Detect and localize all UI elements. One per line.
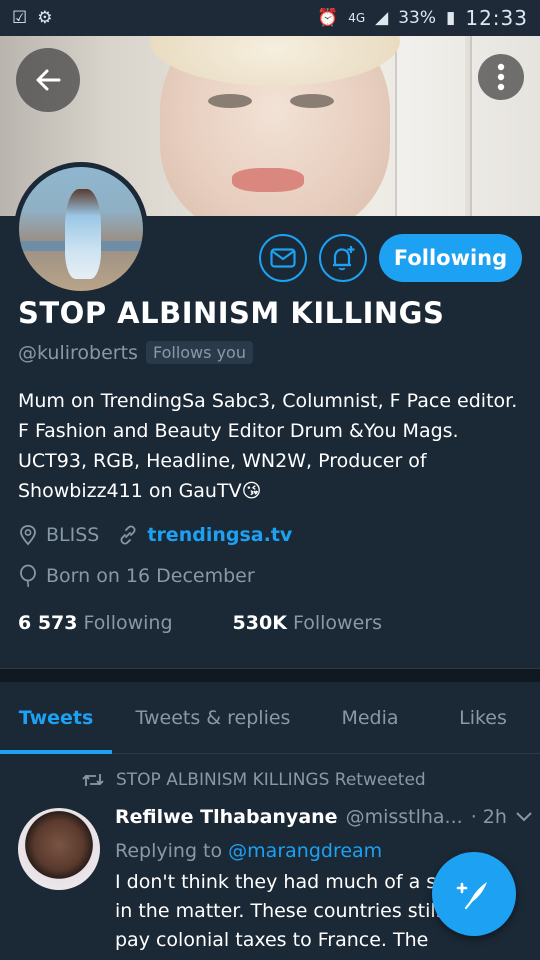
notifications-button[interactable] (319, 234, 367, 282)
follows-you-badge: Follows you (145, 341, 253, 364)
handle-row: @kuliroberts Follows you (18, 341, 253, 364)
chevron-down-icon[interactable] (515, 806, 533, 828)
tab-likes[interactable]: Likes (426, 682, 540, 753)
envelope-icon (270, 248, 296, 268)
status-bar: ☑ ⚙ ⏰ 4G ◢ 33% ▮ 12:33 (0, 0, 540, 36)
tab-media[interactable]: Media (314, 682, 426, 753)
following-label: Following (83, 612, 173, 634)
back-button[interactable] (16, 48, 80, 112)
profile-name: STOP ALBINISM KILLINGS (18, 296, 445, 330)
section-divider (0, 668, 540, 682)
balloon-icon (20, 564, 36, 588)
tweet-author-handle: @misstlha... (345, 806, 463, 828)
birthday-row: Born on 16 December (18, 564, 255, 588)
replying-prefix: Replying to (115, 840, 223, 862)
alarm-icon: ⏰ (317, 8, 339, 28)
followers-count-link[interactable]: 530K Followers (233, 612, 382, 634)
profile-bio: Mum on TrendingSa Sabc3, Columnist, F Pa… (18, 390, 518, 502)
profile-website-link[interactable]: trendingsa.tv (147, 524, 292, 546)
tweet-author-avatar[interactable] (18, 808, 100, 890)
banner-door-panel (395, 36, 465, 216)
more-options-button[interactable] (478, 54, 524, 100)
clock: 12:33 (465, 6, 528, 30)
following-count-link[interactable]: 6 573 Following (18, 612, 173, 634)
network-label: 4G (348, 11, 366, 25)
settings-notification-icon: ⚙ (37, 8, 53, 28)
compose-feather-icon (456, 882, 487, 910)
banner-lips (232, 168, 304, 192)
profile-location: BLISS (46, 524, 100, 546)
banner-eye (290, 94, 334, 108)
battery-percent: 33% (398, 8, 436, 28)
followers-count: 530K (232, 612, 287, 634)
profile-handle: @kuliroberts (18, 341, 138, 364)
location-pin-icon (20, 525, 36, 546)
following-button[interactable]: Following (379, 234, 522, 282)
status-right: ⏰ 4G ◢ 33% ▮ 12:33 (317, 6, 528, 30)
tab-tweets-replies[interactable]: Tweets & replies (112, 682, 314, 753)
avatar-figure (65, 189, 101, 279)
tweet-text: I don't think they had much of a say in … (115, 871, 459, 960)
more-vertical-icon (497, 63, 505, 91)
retweet-label: STOP ALBINISM KILLINGS Retweeted (116, 770, 426, 790)
retweet-icon (82, 774, 104, 786)
replying-mention[interactable]: @marangdream (228, 840, 382, 862)
follow-counts: 6 573 Following 530K Followers (18, 612, 382, 634)
tweet-time: · 2h (470, 806, 507, 828)
tweet-replying-to: Replying to @marangdream (115, 840, 382, 862)
banner-eye (208, 94, 252, 108)
battery-icon: ▮ (446, 8, 456, 28)
compose-tweet-button[interactable] (432, 852, 516, 936)
profile-avatar[interactable] (14, 162, 148, 296)
following-count: 6 573 (18, 612, 78, 634)
tab-tweets[interactable]: Tweets (0, 682, 112, 754)
back-arrow-icon (36, 69, 61, 91)
followers-label: Followers (292, 612, 382, 634)
location-website-row: BLISS trendingsa.tv (18, 524, 292, 546)
checkbox-notification-icon: ☑ (12, 8, 28, 28)
status-left: ☑ ⚙ (12, 8, 53, 28)
bell-plus-icon (333, 246, 355, 271)
message-button[interactable] (259, 234, 307, 282)
tweet-header: Refilwe Tlhabanyane @misstlha... · 2h (115, 806, 532, 828)
signal-icon: ◢ (375, 8, 389, 28)
retweet-context: STOP ALBINISM KILLINGS Retweeted (82, 770, 426, 790)
tweet-author-name[interactable]: Refilwe Tlhabanyane (115, 806, 338, 828)
profile-birthday: Born on 16 December (46, 565, 255, 587)
profile-tabs: Tweets Tweets & replies Media Likes (0, 682, 540, 754)
link-icon (120, 525, 136, 545)
